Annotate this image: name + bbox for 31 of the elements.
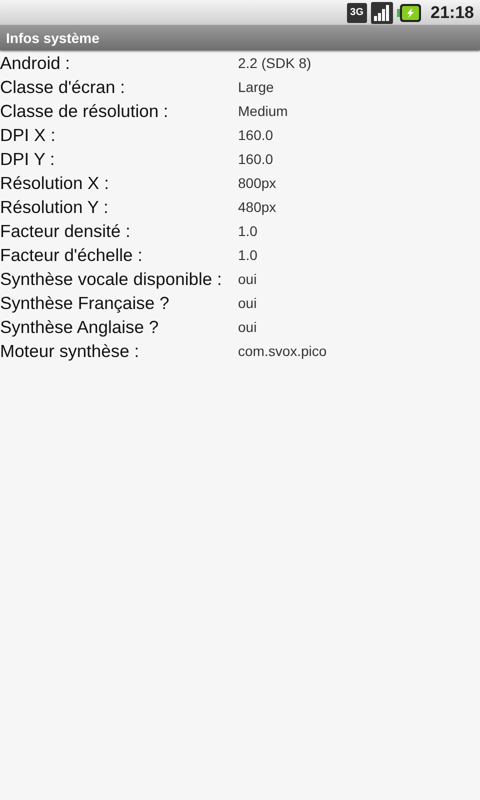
info-label: Facteur densité : <box>0 220 132 242</box>
info-value: 800px <box>237 175 278 191</box>
info-label: Classe d'écran : <box>0 76 126 98</box>
info-label: DPI X : <box>0 124 56 146</box>
info-value: oui <box>237 295 258 311</box>
clock: 21:18 <box>430 2 474 22</box>
info-label: Synthèse vocale disponible : <box>0 268 223 290</box>
info-value: com.svox.pico <box>237 343 328 359</box>
info-label: Résolution Y : <box>0 196 110 218</box>
info-value: Large <box>237 79 275 95</box>
info-label: Synthèse Anglaise ? <box>0 316 160 338</box>
info-label: Facteur d'échelle : <box>0 244 144 266</box>
info-value: 160.0 <box>237 151 274 167</box>
info-label: Moteur synthèse : <box>0 340 140 362</box>
info-label: Synthèse Française ? <box>0 292 170 314</box>
battery-icon <box>396 4 421 22</box>
window-title: Infos système <box>6 30 100 46</box>
info-value: 2.2 (SDK 8) <box>237 55 312 71</box>
info-value: 480px <box>237 199 278 215</box>
info-value: 1.0 <box>237 223 258 239</box>
info-label: Android : <box>0 52 72 74</box>
info-label: Résolution X : <box>0 172 110 194</box>
info-label: DPI Y : <box>0 148 56 170</box>
info-value: oui <box>237 319 258 335</box>
signal-icon <box>370 2 393 24</box>
info-value: oui <box>237 271 258 287</box>
info-value: 160.0 <box>237 127 274 143</box>
network-badge: 3G <box>347 2 367 22</box>
info-value: 1.0 <box>237 247 258 263</box>
info-value: Medium <box>237 103 289 119</box>
info-label: Classe de résolution : <box>0 100 170 122</box>
